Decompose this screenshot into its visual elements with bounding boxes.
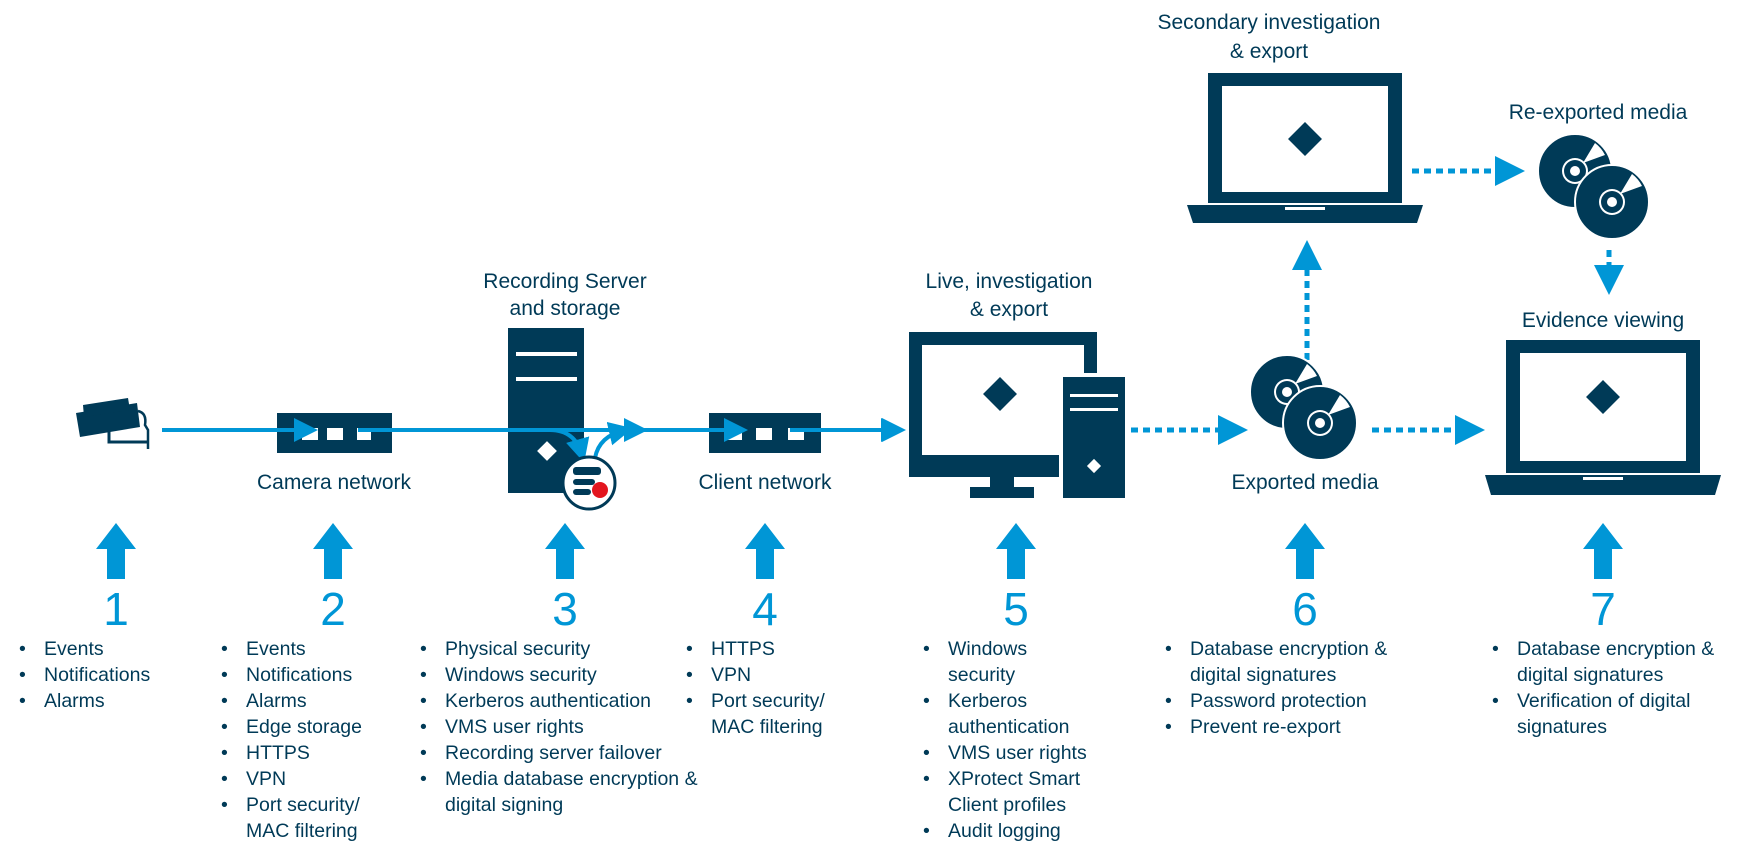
exported-media-label: Exported media [1231,471,1378,494]
step-5-list: Windows securityKerberos authenticationV… [922,636,1098,844]
step-number: 2 [320,583,346,635]
list-item: VPN [221,766,381,792]
up-arrow-icon [545,523,585,579]
list-item: Database encryption & digital signatures [1165,636,1415,688]
client-network-label: Client network [698,471,832,494]
list-item: HTTPS [686,636,861,662]
list-item: Media database encryption & digital sign… [420,766,715,818]
step-2-list: EventsNotificationsAlarmsEdge storageHTT… [220,636,381,844]
list-item: Database encryption & digital signatures [1492,636,1742,688]
database-record-icon [561,455,617,511]
list-item: Alarms [221,688,381,714]
step-number: 6 [1292,583,1318,635]
up-arrow-icon [745,523,785,579]
list-item: Events [221,636,381,662]
step-number: 7 [1590,583,1616,635]
disc-media-icon [1537,133,1650,240]
list-item: HTTPS [221,740,381,766]
list-item: Kerberos authentication [923,688,1098,740]
disc-media-icon [1249,354,1358,461]
list-item: Verification of digital signatures [1492,688,1742,740]
network-switch-icon [640,413,906,453]
step-number: 5 [1003,583,1029,635]
camera-network-label: Camera network [257,471,412,494]
secondary-investigation-label: Secondary investigation [1158,11,1381,34]
up-arrow-icon [1285,523,1325,579]
recording-server-label-line2: and storage [510,297,621,320]
list-item: VPN [686,662,861,688]
list-item: Password protection [1165,688,1415,714]
list-item: Physical security [420,636,715,662]
list-item: Audit logging [923,818,1098,844]
list-item: Notifications [19,662,224,688]
camera-icon [76,398,150,449]
step-7-list: Database encryption & digital signatures… [1491,636,1742,740]
up-arrow-icon [996,523,1036,579]
list-item: Kerberos authentication [420,688,715,714]
step-3-list: Physical securityWindows securityKerbero… [419,636,715,818]
step-1-list: EventsNotificationsAlarms [18,636,224,714]
laptop-icon [1187,73,1423,223]
step-number: 4 [752,583,778,635]
list-item: Windows security [420,662,715,688]
list-item: Port security/ MAC filtering [221,792,381,844]
step-number: 3 [552,583,578,635]
evidence-viewing-label: Evidence viewing [1522,309,1684,332]
list-item: VMS user rights [923,740,1098,766]
reexported-media-label: Re-exported media [1509,101,1688,124]
up-arrow-icon [313,523,353,579]
list-item: VMS user rights [420,714,715,740]
list-item: Edge storage [221,714,381,740]
step-number: 1 [103,583,129,635]
list-item: Notifications [221,662,381,688]
list-item: Windows security [923,636,1098,688]
live-investigation-label-line2: & export [970,298,1048,321]
list-item: Alarms [19,688,224,714]
list-item: Events [19,636,224,662]
list-item: Port security/ MAC filtering [686,688,861,740]
list-item: Recording server failover [420,740,715,766]
up-arrow-icon [96,523,136,579]
live-investigation-label: Live, investigation [926,270,1093,293]
list-item: Prevent re-export [1165,714,1415,740]
step-6-list: Database encryption & digital signatures… [1164,636,1415,740]
secondary-investigation-label-line2: & export [1230,40,1308,63]
step-4-list: HTTPSVPNPort security/ MAC filtering [685,636,861,740]
desktop-computer-icon [909,332,1129,500]
list-item: XProtect Smart Client profiles [923,766,1098,818]
security-diagram: Recording Server and storage Camera netw… [0,0,1755,857]
up-arrow-icon [1583,523,1623,579]
recording-server-label: Recording Server [483,270,646,293]
laptop-icon [1485,340,1721,495]
